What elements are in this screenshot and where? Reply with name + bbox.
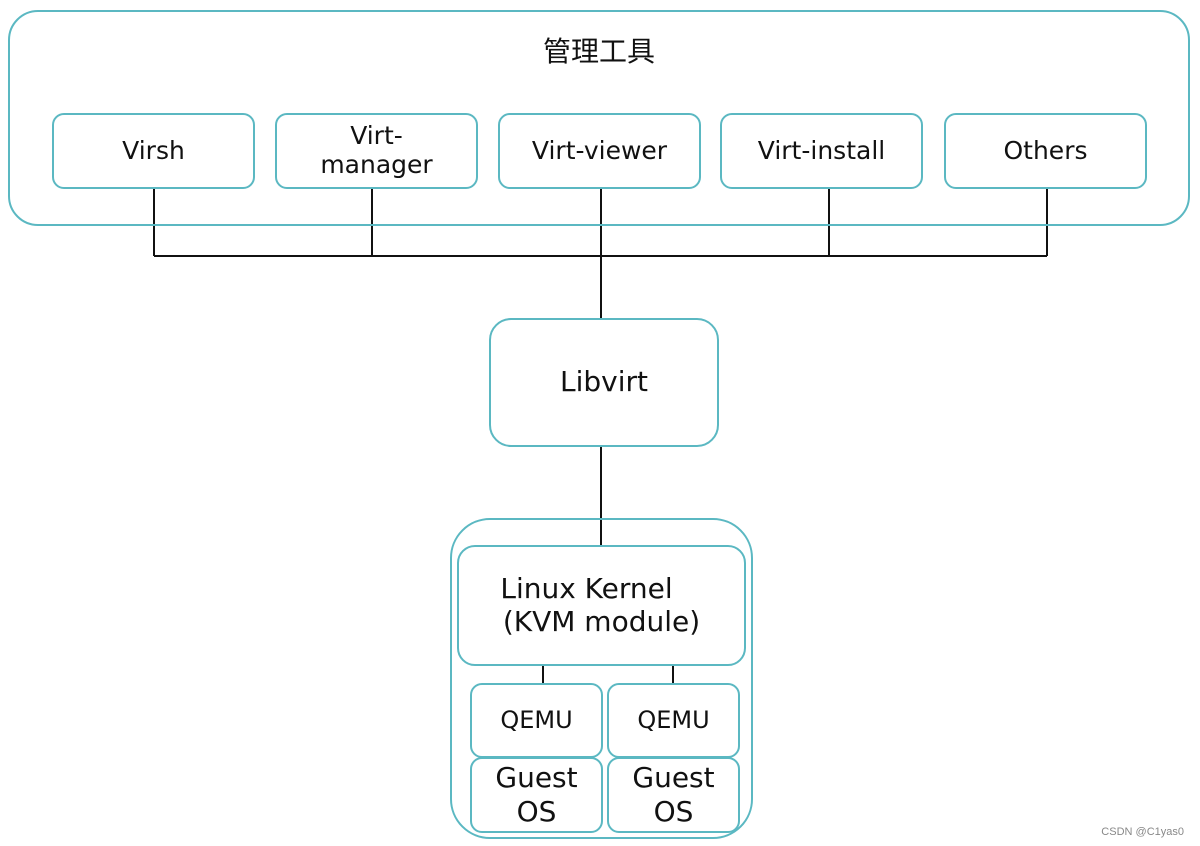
guest-os-box-1: Guest OS bbox=[470, 757, 603, 833]
diagram: 管理工具 Virsh Virt- manager Virt-viewer Vir… bbox=[0, 0, 1200, 846]
tool-label: Others bbox=[1003, 135, 1088, 165]
qemu-label: QEMU bbox=[637, 705, 710, 734]
libvirt-box: Libvirt bbox=[489, 318, 719, 447]
tool-label: Virsh bbox=[122, 135, 185, 165]
tool-virsh: Virsh bbox=[52, 113, 255, 189]
libvirt-label: Libvirt bbox=[560, 365, 648, 399]
tool-others: Others bbox=[944, 113, 1147, 189]
tool-label: Virt-viewer bbox=[531, 135, 668, 165]
qemu-box-2: QEMU bbox=[607, 683, 740, 758]
tool-label: Virt-install bbox=[757, 135, 886, 165]
group-title: 管理工具 bbox=[542, 35, 655, 68]
qemu-box-1: QEMU bbox=[470, 683, 603, 758]
guest-os-label: Guest OS bbox=[632, 761, 715, 828]
tool-virt-manager: Virt- manager bbox=[275, 113, 478, 189]
watermark: CSDN @C1yas0 bbox=[1101, 826, 1184, 838]
tool-virt-install: Virt-install bbox=[720, 113, 923, 189]
guest-os-label: Guest OS bbox=[495, 761, 578, 828]
kernel-sublabel: (KVM module) bbox=[502, 604, 701, 638]
tool-label: Virt- manager bbox=[320, 121, 433, 179]
kernel-box: Linux Kernel (KVM module) bbox=[457, 545, 746, 666]
guest-os-box-2: Guest OS bbox=[607, 757, 740, 833]
qemu-label: QEMU bbox=[500, 705, 573, 734]
tool-virt-viewer: Virt-viewer bbox=[498, 113, 701, 189]
kernel-label: Linux Kernel bbox=[500, 572, 673, 606]
